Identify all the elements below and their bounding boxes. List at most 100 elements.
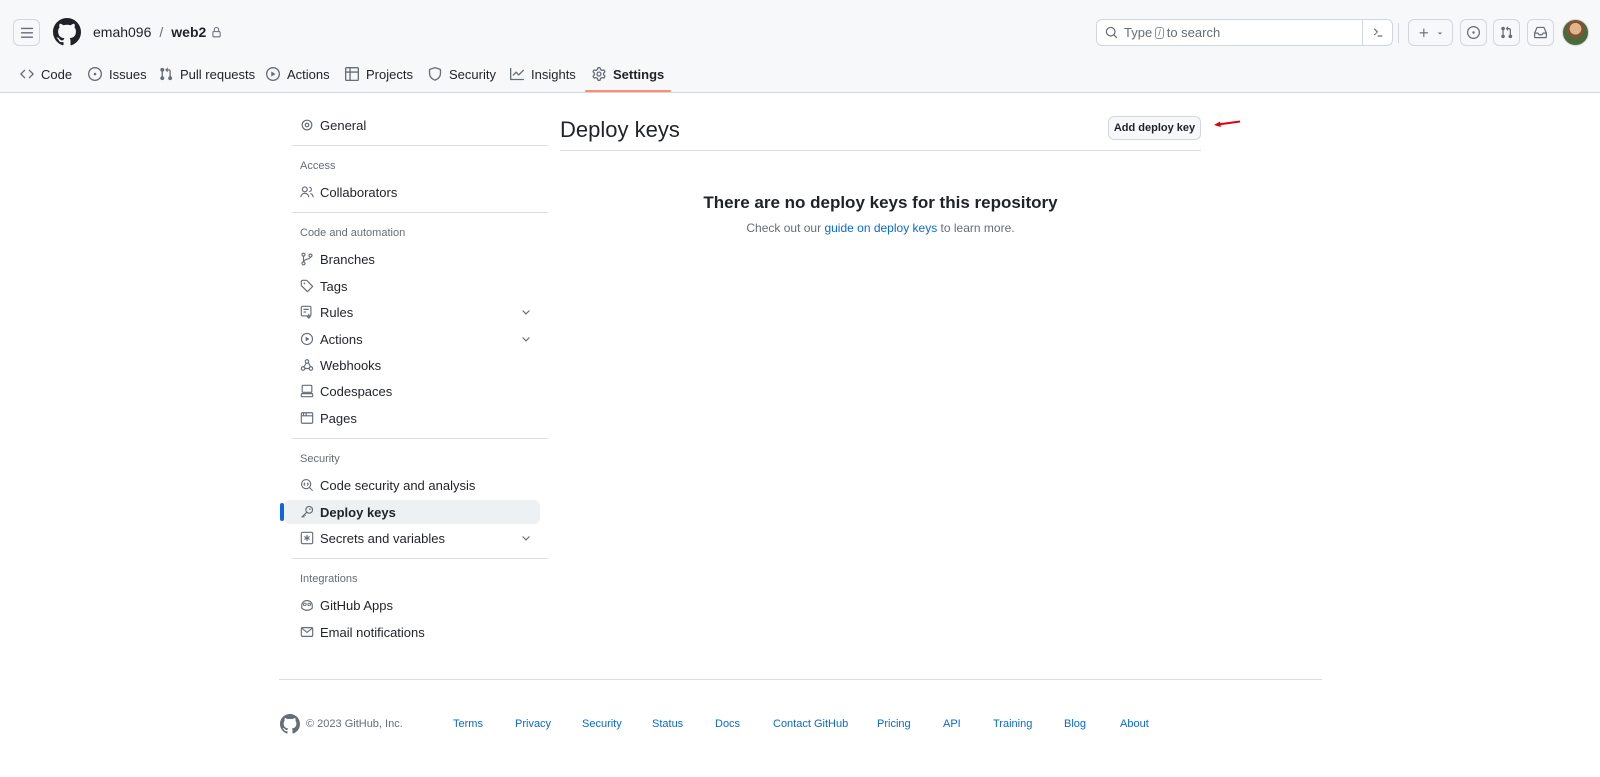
terminal-icon: [1374, 28, 1383, 37]
sidebar-item-code-security[interactable]: Code security and analysis: [284, 473, 540, 497]
tab-issues[interactable]: Issues: [88, 56, 147, 92]
mail-icon: [300, 625, 314, 639]
sidebar-heading-integrations: Integrations: [300, 573, 358, 585]
sidebar-item-actions[interactable]: Actions: [284, 327, 540, 351]
sidebar-item-label: Pages: [320, 410, 357, 426]
pull-requests-button[interactable]: [1493, 19, 1520, 46]
lock-icon: [211, 26, 222, 38]
issue-icon: [88, 67, 102, 81]
tab-security[interactable]: Security: [428, 56, 496, 92]
sidebar-item-label: Code security and analysis: [320, 477, 476, 493]
tab-security-label: Security: [449, 66, 496, 82]
tab-code[interactable]: Code: [20, 56, 72, 92]
people-icon: [300, 185, 314, 199]
sidebar-item-label: Rules: [320, 304, 354, 320]
footer-link-api[interactable]: API: [943, 718, 961, 730]
command-palette-button[interactable]: [1362, 20, 1392, 45]
repo-nav-tabs: Code Issues Pull requests Actions Projec…: [0, 56, 1600, 93]
sidebar-heading-access: Access: [300, 160, 336, 172]
chevron-down-icon[interactable]: [520, 532, 532, 544]
key-icon: [300, 505, 314, 519]
pull-request-icon: [160, 67, 173, 81]
chevron-down-icon[interactable]: [520, 333, 532, 345]
sidebar-item-label: Tags: [320, 278, 348, 294]
sidebar-heading-code: Code and automation: [300, 227, 406, 239]
breadcrumb-separator: /: [159, 24, 164, 40]
github-logo-icon[interactable]: [280, 714, 300, 734]
deploy-keys-guide-link[interactable]: guide on deploy keys: [824, 221, 937, 235]
sidebar-item-label: Actions: [320, 331, 363, 347]
sidebar-item-deploy-keys[interactable]: Deploy keys: [280, 500, 540, 524]
search-input[interactable]: Type / to search: [1096, 19, 1393, 46]
footer-link-contact[interactable]: Contact GitHub: [773, 718, 848, 730]
repo-name-link[interactable]: web2: [171, 24, 206, 40]
sidebar-item-collaborators[interactable]: Collaborators: [284, 180, 540, 204]
github-logo-icon[interactable]: [53, 18, 81, 46]
sidebar-item-email-notifications[interactable]: Email notifications: [284, 620, 540, 644]
sidebar-divider: [292, 145, 548, 146]
blankslate-prefix: Check out our: [746, 221, 822, 235]
tab-actions[interactable]: Actions: [266, 56, 330, 92]
sidebar-item-github-apps[interactable]: GitHub Apps: [284, 593, 540, 617]
gear-icon: [592, 67, 606, 81]
codescan-icon: [300, 478, 314, 492]
footer-copyright: © 2023 GitHub, Inc.: [306, 718, 403, 730]
tab-insights[interactable]: Insights: [510, 56, 576, 92]
global-header: emah096 / web2 Type / to search Code Iss…: [0, 0, 1600, 93]
tab-code-label: Code: [41, 66, 73, 82]
git-branch-icon: [300, 252, 314, 266]
gear-icon: [300, 118, 314, 132]
shield-icon: [428, 67, 442, 81]
inbox-button[interactable]: [1527, 19, 1554, 46]
sidebar-item-label: Branches: [320, 251, 375, 267]
codespaces-icon: [300, 384, 314, 398]
git-pull-request-icon: [1501, 26, 1513, 39]
footer-divider: [279, 679, 1322, 680]
sidebar-item-pages[interactable]: Pages: [284, 406, 540, 430]
footer-link-training[interactable]: Training: [993, 718, 1032, 730]
play-icon: [300, 332, 314, 346]
tab-issues-label: Issues: [109, 66, 147, 82]
footer-link-pricing[interactable]: Pricing: [877, 718, 911, 730]
sidebar-item-general[interactable]: General: [284, 113, 540, 137]
footer-link-status[interactable]: Status: [652, 718, 683, 730]
blankslate-heading: There are no deploy keys for this reposi…: [703, 193, 1058, 212]
breadcrumb: emah096 / web2: [93, 24, 222, 40]
search-icon: [1105, 26, 1118, 39]
sidebar-item-tags[interactable]: Tags: [284, 274, 540, 298]
sidebar-item-webhooks[interactable]: Webhooks: [284, 353, 540, 377]
footer-link-security[interactable]: Security: [582, 718, 622, 730]
footer-link-docs[interactable]: Docs: [715, 718, 740, 730]
menu-button[interactable]: [13, 19, 40, 46]
footer-link-terms[interactable]: Terms: [453, 718, 483, 730]
hamburger-icon: [20, 27, 33, 38]
graph-icon: [510, 67, 524, 81]
search-placeholder: Type / to search: [1124, 25, 1220, 40]
footer-link-privacy[interactable]: Privacy: [515, 718, 551, 730]
sidebar-item-label: Webhooks: [320, 357, 382, 373]
user-avatar[interactable]: [1562, 19, 1589, 46]
header-divider: [1398, 23, 1399, 43]
create-new-button[interactable]: [1408, 19, 1453, 46]
issue-opened-icon: [1467, 26, 1480, 39]
repo-owner-link[interactable]: emah096: [93, 24, 151, 40]
chevron-down-icon[interactable]: [520, 306, 532, 318]
footer-link-about[interactable]: About: [1120, 718, 1149, 730]
tab-settings-label: Settings: [613, 66, 665, 82]
sidebar-item-branches[interactable]: Branches: [284, 247, 540, 271]
tab-pull-requests[interactable]: Pull requests: [159, 56, 255, 92]
tab-settings[interactable]: Settings: [585, 56, 672, 92]
table-icon: [345, 67, 359, 81]
issues-button[interactable]: [1460, 19, 1487, 46]
active-indicator: [280, 503, 284, 521]
footer-link-blog[interactable]: Blog: [1064, 718, 1086, 730]
search-shortcut-key: /: [1155, 26, 1164, 39]
add-deploy-key-button[interactable]: Add deploy key: [1108, 116, 1201, 140]
sidebar-item-codespaces[interactable]: Codespaces: [284, 379, 540, 403]
tab-projects[interactable]: Projects: [345, 56, 413, 92]
search-placeholder-prefix: Type: [1124, 25, 1153, 40]
rules-icon: [300, 305, 314, 319]
blankslate-suffix: to learn more.: [940, 221, 1015, 235]
sidebar-item-secrets[interactable]: Secrets and variables: [284, 526, 540, 550]
sidebar-item-rules[interactable]: Rules: [284, 300, 540, 324]
